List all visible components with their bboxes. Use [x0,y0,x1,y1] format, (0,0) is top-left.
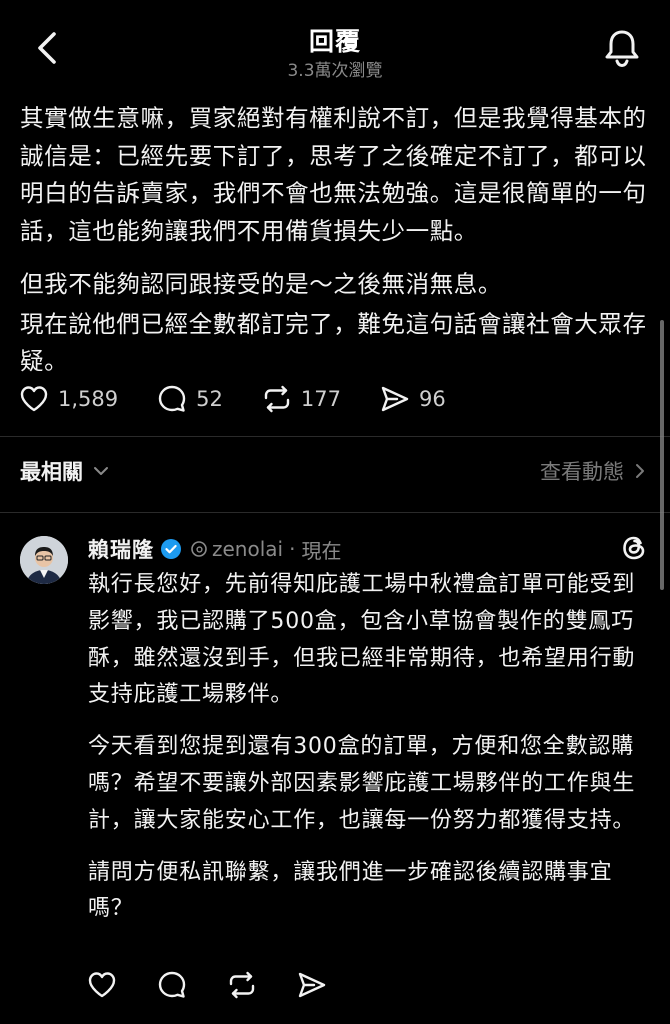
send-icon [381,386,409,412]
repost-icon [229,971,255,999]
divider [0,512,670,513]
separator-dot: · [289,537,296,561]
reply-repost-button[interactable] [226,969,258,1001]
reply-paragraph: 執行長您好，先前得知庇護工場中秋禮盒訂單可能受到影響，我已認購了500盒，包含小… [88,572,636,708]
share-button[interactable]: 96 [379,383,446,415]
threads-reply-page: 回覆 3.3萬次瀏覽 其實做生意嘛，買家絕對有權利說不訂，但是我覺得基本的誠信是… [0,0,670,1024]
reply-comment-button[interactable] [156,969,188,1001]
notifications-button[interactable] [596,22,648,74]
avatar[interactable] [20,536,68,584]
reply-timestamp: 現在 [301,538,342,563]
sort-dropdown[interactable]: 最相關 [20,456,113,486]
reply-header: 賴瑞隆 zenolai · 現在 [88,532,341,566]
top-bar: 回覆 3.3萬次瀏覽 [0,0,670,96]
like-count: 1,589 [58,387,119,411]
repost-button[interactable]: 177 [261,383,341,415]
scrollbar[interactable] [660,320,664,590]
chevron-right-icon [636,464,644,478]
verified-badge-icon [161,539,181,559]
post-paragraph: 但我不能夠認同跟接受的是～之後無消無息。 [20,270,502,298]
avatar-image [20,536,68,584]
send-icon [298,972,326,998]
threads-mini-icon [191,541,207,557]
reply-share-button[interactable] [296,969,328,1001]
view-count: 3.3萬次瀏覽 [287,61,383,81]
heart-icon [88,972,116,998]
comment-button[interactable]: 52 [156,383,223,415]
threads-logo-button[interactable] [618,532,650,564]
reply-like-button[interactable] [86,969,118,1001]
chevron-down-icon [94,467,108,475]
sort-row: 最相關 查看動態 [20,456,650,492]
sort-label: 最相關 [20,460,83,484]
post-paragraph: 其實做生意嘛，買家絕對有權利說不訂，但是我覺得基本的誠信是：已經先要下訂了，思考… [20,104,647,245]
divider [0,436,670,437]
bell-icon [605,30,639,68]
share-count: 96 [418,387,446,411]
comment-bubble-icon [158,385,186,412]
like-button[interactable]: 1,589 [18,383,118,415]
repost-icon [264,385,290,413]
threads-logo-icon [623,536,645,560]
view-activity-label: 查看動態 [540,460,624,484]
comment-count: 52 [196,387,223,411]
reply-body: 執行長您好，先前得知庇護工場中秋禮盒訂單可能受到影響，我已認購了500盒，包含小… [88,567,650,928]
view-activity-link[interactable]: 查看動態 [540,456,650,486]
reply-paragraph: 今天看到您提到還有300盒的訂單，方便和您全數認購嗎？希望不要讓外部因素影響庇護… [88,734,636,833]
comment-bubble-icon [158,971,186,998]
reply-paragraph: 請問方便私訊聯繫，讓我們進一步確認後續認購事宜嗎？ [88,859,613,922]
reply-author-name[interactable]: 賴瑞隆 [88,534,154,564]
reply-action-bar [86,967,366,1003]
post-body: 其實做生意嘛，買家絕對有權利說不訂，但是我覺得基本的誠信是：已經先要下訂了，思考… [20,100,650,381]
page-title: 回覆 [308,27,361,56]
post-action-bar: 1,589 52 177 96 [18,378,484,420]
repost-count: 177 [300,387,341,411]
post-paragraph: 現在說他們已經全數都訂完了，難免這句話會讓社會大眾存疑。 [20,309,647,376]
heart-icon [20,386,48,412]
reply-author-handle[interactable]: zenolai [212,537,283,561]
